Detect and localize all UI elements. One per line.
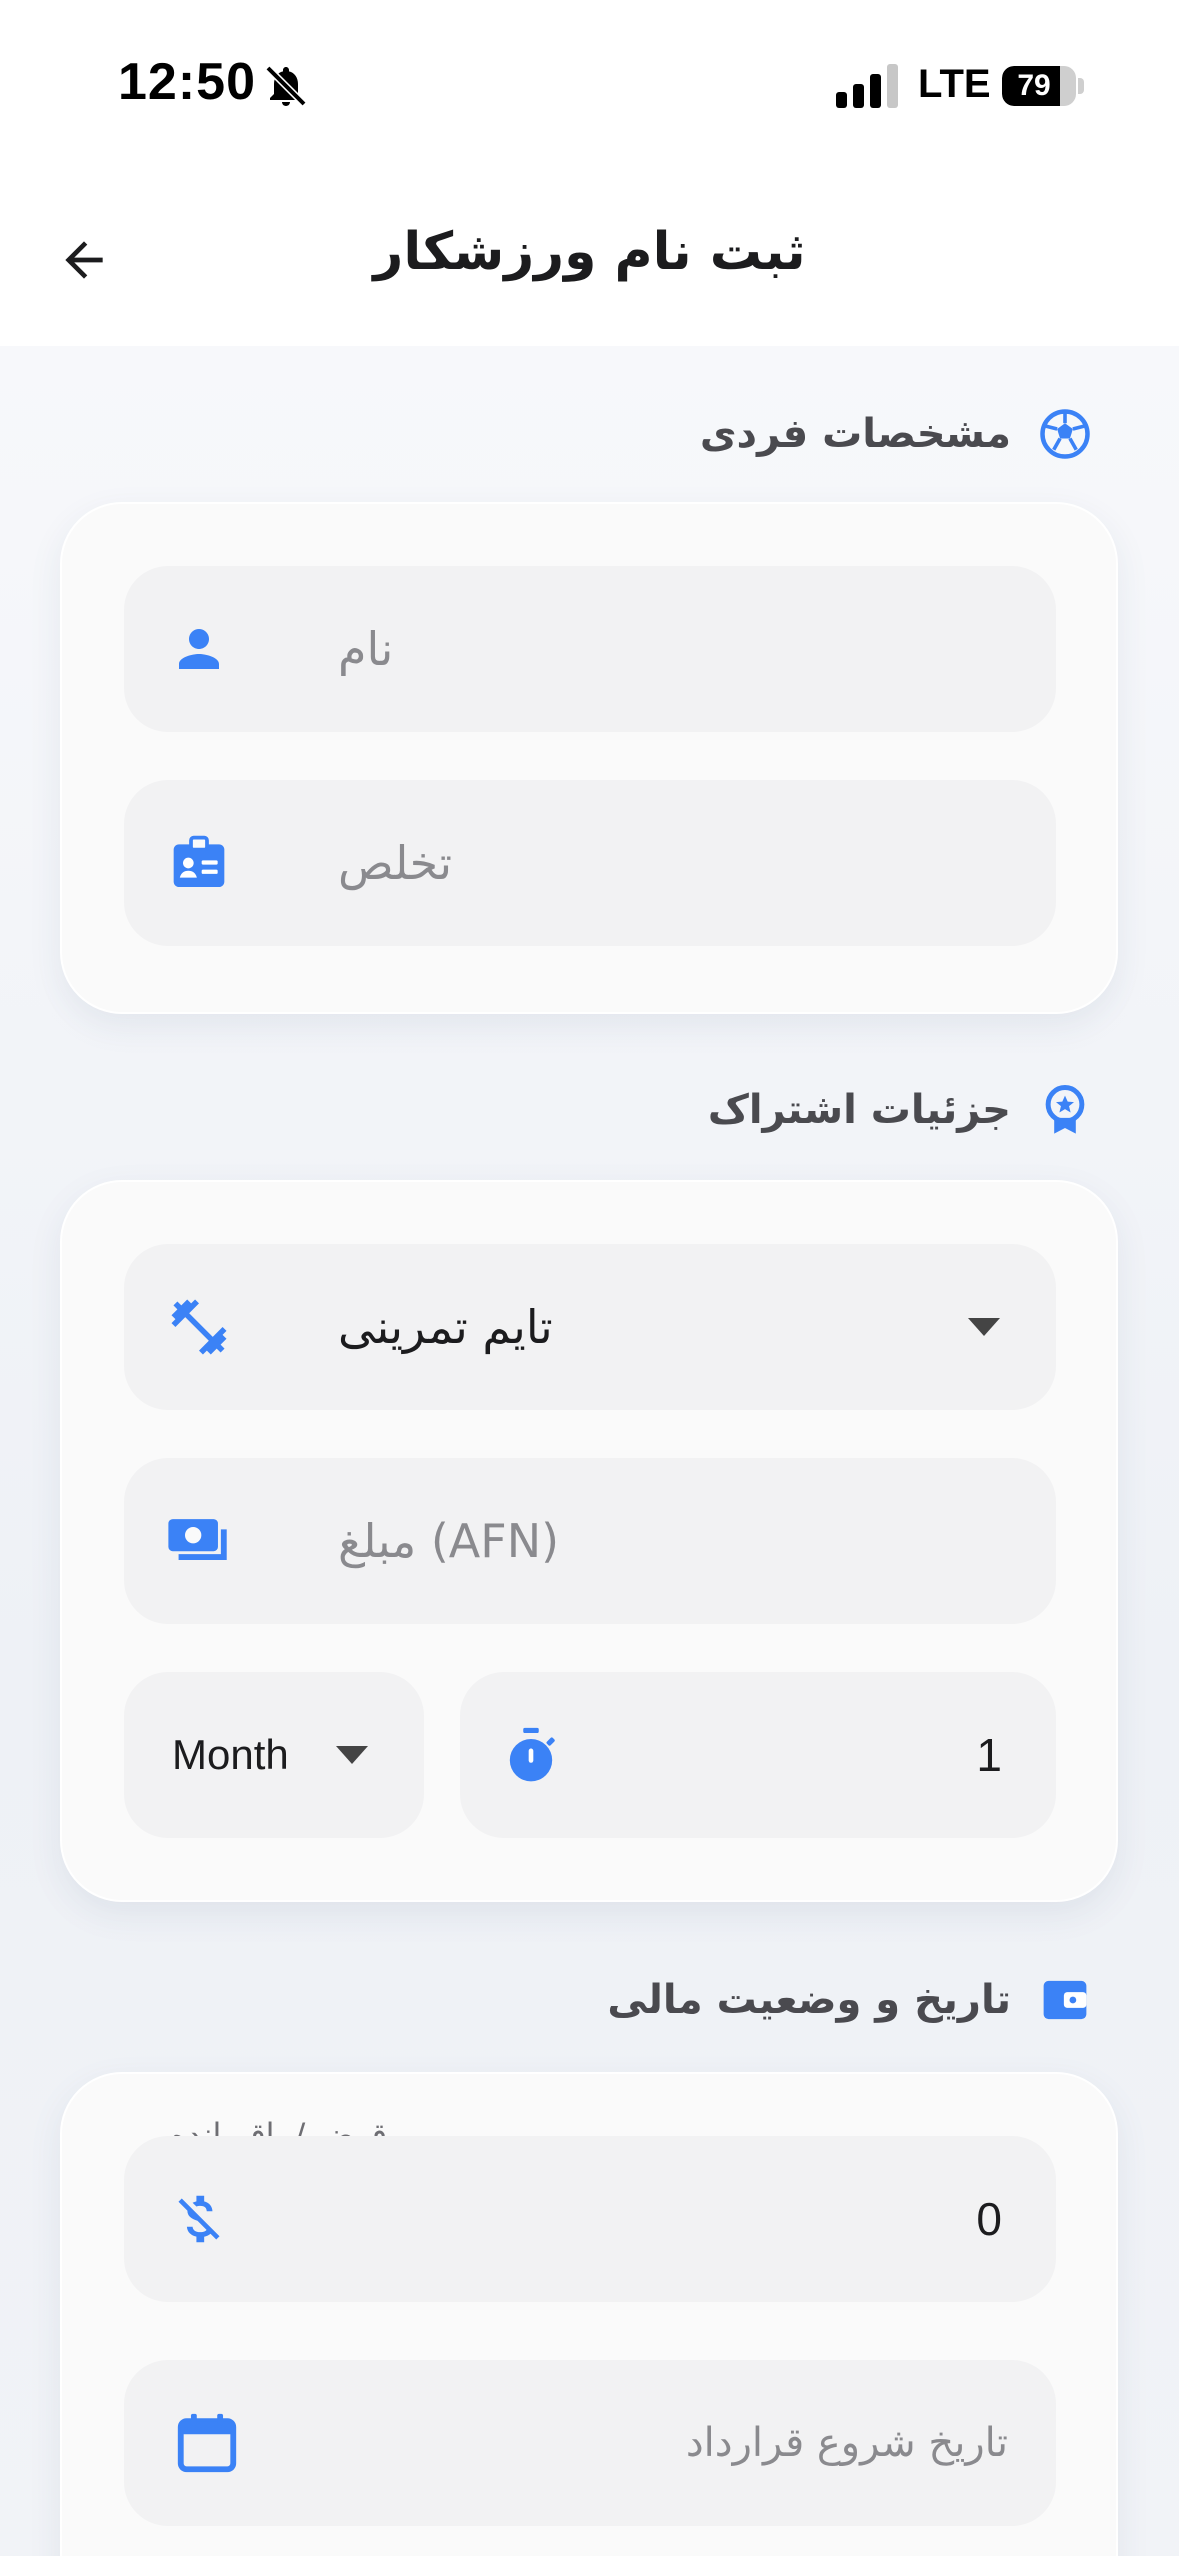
dropdown-arrow-icon xyxy=(968,1318,1000,1336)
bell-off-icon xyxy=(265,65,307,107)
money-icon xyxy=(164,1506,234,1576)
section-title: تاریخ و وضعیت مالی xyxy=(607,1977,1011,2023)
last-name-field[interactable]: تخلص xyxy=(124,780,1056,946)
section-title: مشخصات فردی xyxy=(699,411,1011,457)
page-title: ثبت نام ورزشکار xyxy=(373,222,806,282)
money-off-icon xyxy=(164,2184,234,2254)
signal-icon xyxy=(836,64,898,108)
status-time: 12:50 xyxy=(118,53,256,111)
training-time-select[interactable]: تایم تمرینی xyxy=(124,1244,1056,1410)
duration-field[interactable]: 1 xyxy=(460,1672,1056,1838)
dumbbell-icon xyxy=(164,1292,234,1362)
timer-icon xyxy=(496,1720,566,1790)
personal-card: نام تخلص xyxy=(60,502,1118,1014)
start-date-placeholder: تاریخ شروع قرارداد xyxy=(685,2420,1008,2466)
last-name-placeholder: تخلص xyxy=(338,836,453,890)
id-badge-icon xyxy=(164,828,234,898)
section-title: جزئیات اشتراک xyxy=(707,1087,1011,1133)
amount-field[interactable]: مبلغ (AFN) xyxy=(124,1458,1056,1624)
wallet-icon xyxy=(1037,1972,1093,2028)
subscription-card: تایم تمرینی مبلغ (AFN) مدت Month xyxy=(60,1180,1118,1902)
section-header-personal: مشخصات فردی xyxy=(700,406,1093,462)
soccer-ball-icon xyxy=(1037,406,1093,462)
person-icon xyxy=(164,614,234,684)
first-name-field[interactable]: نام xyxy=(124,566,1056,732)
award-icon xyxy=(1037,1082,1093,1138)
debt-field[interactable]: 0 xyxy=(124,2136,1056,2302)
status-bar: 12:50 LTE 79 xyxy=(0,0,1179,180)
battery-cap xyxy=(1078,78,1084,94)
section-header-subscription: جزئیات اشتراک xyxy=(708,1082,1093,1138)
first-name-placeholder: نام xyxy=(338,622,394,676)
battery-level: 79 xyxy=(1017,69,1051,102)
debt-value: 0 xyxy=(976,2193,1002,2245)
calendar-icon xyxy=(172,2408,242,2478)
training-time-value: تایم تمرینی xyxy=(338,1300,553,1354)
duration-value: 1 xyxy=(976,1729,1002,1781)
dropdown-arrow-icon xyxy=(336,1746,368,1764)
battery-icon: 79 xyxy=(1002,66,1076,106)
form-content[interactable]: مشخصات فردی نام تخلص جزئیات اشتراک تایم … xyxy=(0,346,1179,2556)
screen: 12:50 LTE 79 ثبت نام ورزشکار مشخصات فردی… xyxy=(0,0,1179,2556)
unit-value: Month xyxy=(172,1731,289,1778)
amount-placeholder: مبلغ (AFN) xyxy=(338,1514,560,1568)
start-date-field[interactable]: تاریخ شروع قرارداد xyxy=(124,2360,1056,2526)
finance-card: قرض / باقیمانده 0 تاریخ شروع قرارداد xyxy=(60,2072,1118,2556)
app-bar: ثبت نام ورزشکار xyxy=(0,180,1179,346)
unit-select[interactable]: Month xyxy=(124,1672,424,1838)
section-header-finance: تاریخ و وضعیت مالی xyxy=(607,1972,1093,2028)
network-type: LTE xyxy=(918,62,991,106)
